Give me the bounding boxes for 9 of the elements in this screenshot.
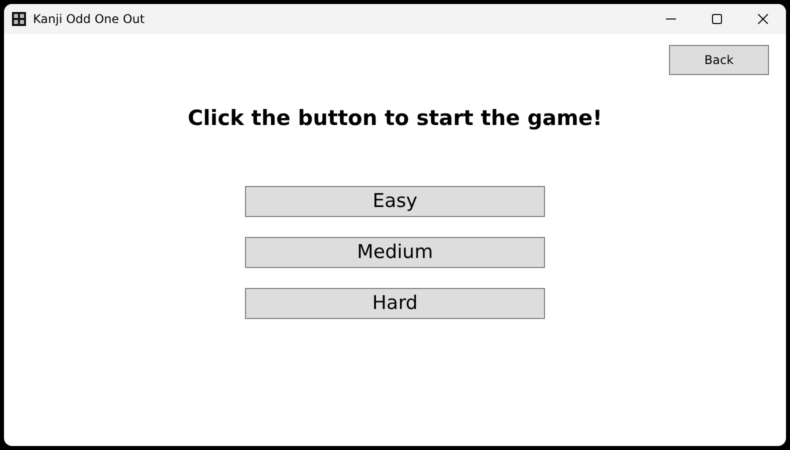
difficulty-button[interactable]: Easy	[245, 186, 545, 216]
back-button[interactable]: Back	[669, 45, 769, 75]
app-icon	[12, 12, 26, 26]
difficulty-button[interactable]: Hard	[245, 288, 545, 318]
close-icon[interactable]	[758, 14, 768, 24]
difficulty-button[interactable]: Medium	[245, 236, 545, 268]
window-title: Kanji Odd One Out	[33, 11, 145, 28]
heading: Click the button to start the game!	[188, 105, 602, 132]
maximize-icon[interactable]	[712, 14, 722, 24]
